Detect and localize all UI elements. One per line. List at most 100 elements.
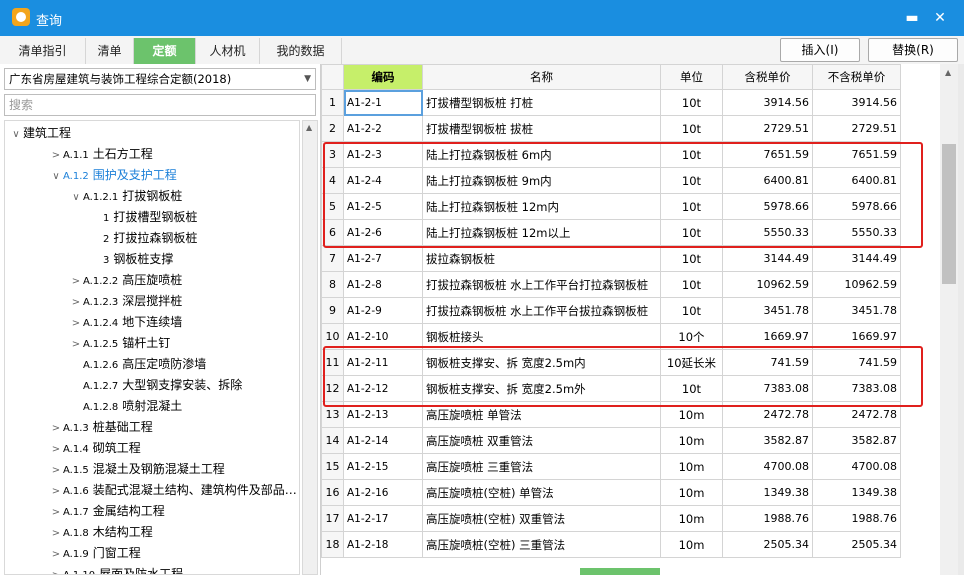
price-without-tax[interactable]: 3451.78 bbox=[812, 297, 901, 324]
tree-item[interactable]: > A.1.9 门窗工程 bbox=[49, 543, 141, 564]
price-without-tax[interactable]: 2505.34 bbox=[812, 531, 901, 558]
price-with-tax[interactable]: 5550.33 bbox=[722, 219, 813, 246]
table-row[interactable]: 2 A1-2-2 打拔槽型钢板桩 拔桩 10t 2729.51 2729.51 bbox=[321, 115, 901, 142]
price-without-tax[interactable]: 1669.97 bbox=[812, 323, 901, 350]
tree-item[interactable]: > A.1.2.2 高压旋喷桩 bbox=[69, 270, 183, 292]
price-with-tax[interactable]: 3582.87 bbox=[722, 427, 813, 454]
price-with-tax[interactable]: 4700.08 bbox=[722, 453, 813, 480]
quota-unit[interactable]: 10个 bbox=[660, 323, 723, 350]
price-without-tax[interactable]: 3144.49 bbox=[812, 245, 901, 272]
quota-name[interactable]: 高压旋喷桩(空桩) 单管法 bbox=[422, 479, 661, 506]
quota-name[interactable]: 钢板桩支撑安、拆 宽度2.5m外 bbox=[422, 375, 661, 402]
row-index[interactable]: 3 bbox=[321, 141, 344, 168]
chevron-right-icon[interactable]: > bbox=[49, 565, 63, 574]
quota-unit[interactable]: 10m bbox=[660, 453, 723, 480]
chevron-right-icon[interactable]: > bbox=[49, 481, 63, 502]
price-with-tax[interactable]: 10962.59 bbox=[722, 271, 813, 298]
table-row[interactable]: 18 A1-2-18 高压旋喷桩(空桩) 三重管法 10m 2505.34 2505.34 bbox=[321, 531, 901, 558]
chevron-right-icon[interactable]: > bbox=[69, 271, 83, 292]
table-row[interactable]: 5 A1-2-5 陆上打拉森钢板桩 12m内 10t 5978.66 5978.66 bbox=[321, 193, 901, 220]
price-without-tax[interactable]: 2729.51 bbox=[812, 115, 901, 142]
tree-item[interactable]: A.1.2.6 高压定喷防渗墙 bbox=[69, 354, 206, 375]
chevron-right-icon[interactable]: > bbox=[49, 460, 63, 481]
quota-unit[interactable]: 10m bbox=[660, 401, 723, 428]
quota-unit[interactable]: 10t bbox=[660, 375, 723, 402]
chevron-down-icon[interactable]: ∨ bbox=[49, 166, 63, 187]
quota-unit[interactable]: 10t bbox=[660, 89, 723, 116]
grid-scrollbar[interactable]: ▲ bbox=[940, 64, 958, 575]
price-without-tax[interactable]: 5550.33 bbox=[812, 219, 901, 246]
tab-my-data[interactable]: 我的数据 bbox=[260, 38, 342, 64]
quota-code[interactable]: A1-2-4 bbox=[343, 167, 423, 194]
table-row[interactable]: 13 A1-2-13 高压旋喷桩 单管法 10m 2472.78 2472.78 bbox=[321, 401, 901, 428]
price-without-tax[interactable]: 5978.66 bbox=[812, 193, 901, 220]
tab-bill[interactable]: 清单 bbox=[86, 38, 134, 64]
quota-unit[interactable]: 10m bbox=[660, 479, 723, 506]
price-without-tax[interactable]: 6400.81 bbox=[812, 167, 901, 194]
row-index[interactable]: 18 bbox=[321, 531, 344, 558]
table-row[interactable]: 1 A1-2-1 打拔槽型钢板桩 打桩 10t 3914.56 3914.56 bbox=[321, 89, 901, 116]
chevron-right-icon[interactable]: > bbox=[69, 313, 83, 334]
row-index[interactable]: 7 bbox=[321, 245, 344, 272]
price-without-tax[interactable]: 1988.76 bbox=[812, 505, 901, 532]
table-row[interactable]: 11 A1-2-11 钢板桩支撑安、拆 宽度2.5m内 10延长米 741.59 741.… bbox=[321, 349, 901, 376]
scrollbar-thumb[interactable] bbox=[942, 144, 956, 284]
header-code[interactable]: 编码 bbox=[343, 64, 423, 90]
quota-name[interactable]: 高压旋喷桩 三重管法 bbox=[422, 453, 661, 480]
chevron-down-icon[interactable]: ▼ bbox=[304, 69, 311, 89]
quota-unit[interactable]: 10t bbox=[660, 167, 723, 194]
table-row[interactable]: 12 A1-2-12 钢板桩支撑安、拆 宽度2.5m外 10t 7383.08 7383.… bbox=[321, 375, 901, 402]
tree-item[interactable]: ∨ 建筑工程 bbox=[9, 123, 71, 144]
tree-item[interactable]: > A.1.2.4 地下连续墙 bbox=[69, 312, 183, 334]
tree-item[interactable]: A.1.2.7 大型钢支撑安装、拆除 bbox=[69, 375, 242, 396]
tree-item[interactable]: 1 打拔槽型钢板桩 bbox=[89, 207, 197, 228]
quota-unit[interactable]: 10t bbox=[660, 219, 723, 246]
chevron-right-icon[interactable]: > bbox=[69, 334, 83, 355]
chevron-right-icon[interactable]: > bbox=[49, 418, 63, 439]
quota-code[interactable]: A1-2-9 bbox=[343, 297, 423, 324]
quota-code[interactable]: A1-2-16 bbox=[343, 479, 423, 506]
tab-bill-guide[interactable]: 清单指引 bbox=[0, 38, 86, 64]
quota-name[interactable]: 钢板桩接头 bbox=[422, 323, 661, 350]
chevron-right-icon[interactable]: > bbox=[49, 523, 63, 544]
price-with-tax[interactable]: 6400.81 bbox=[722, 167, 813, 194]
chevron-right-icon[interactable]: > bbox=[49, 502, 63, 523]
quota-name[interactable]: 拔拉森钢板桩 bbox=[422, 245, 661, 272]
quota-name[interactable]: 陆上打拉森钢板桩 9m内 bbox=[422, 167, 661, 194]
price-with-tax[interactable]: 2472.78 bbox=[722, 401, 813, 428]
row-index[interactable]: 16 bbox=[321, 479, 344, 506]
quota-code[interactable]: A1-2-11 bbox=[343, 349, 423, 376]
price-with-tax[interactable]: 1669.97 bbox=[722, 323, 813, 350]
price-with-tax[interactable]: 2505.34 bbox=[722, 531, 813, 558]
quota-unit[interactable]: 10t bbox=[660, 245, 723, 272]
price-without-tax[interactable]: 1349.38 bbox=[812, 479, 901, 506]
quota-name[interactable]: 打拔槽型钢板桩 打桩 bbox=[422, 89, 661, 116]
search-input[interactable]: 搜索 bbox=[4, 94, 316, 116]
row-index[interactable]: 14 bbox=[321, 427, 344, 454]
tree-item[interactable]: > A.1.6 装配式混凝土结构、建筑构件及部品… bbox=[49, 480, 297, 501]
scroll-up-icon[interactable]: ▲ bbox=[306, 123, 312, 132]
price-with-tax[interactable]: 3144.49 bbox=[722, 245, 813, 272]
chevron-right-icon[interactable]: > bbox=[49, 544, 63, 565]
table-row[interactable]: 15 A1-2-15 高压旋喷桩 三重管法 10m 4700.08 4700.08 bbox=[321, 453, 901, 480]
price-without-tax[interactable]: 4700.08 bbox=[812, 453, 901, 480]
quota-unit[interactable]: 10t bbox=[660, 297, 723, 324]
tree-item[interactable]: > A.1.1 土石方工程 bbox=[49, 144, 153, 165]
row-index[interactable]: 9 bbox=[321, 297, 344, 324]
quota-name[interactable]: 陆上打拉森钢板桩 12m内 bbox=[422, 193, 661, 220]
table-row[interactable]: 6 A1-2-6 陆上打拉森钢板桩 12m以上 10t 5550.33 5550.33 bbox=[321, 219, 901, 246]
header-price-without-tax[interactable]: 不含税单价 bbox=[812, 64, 901, 90]
chevron-right-icon[interactable]: > bbox=[49, 145, 63, 166]
quota-code[interactable]: A1-2-14 bbox=[343, 427, 423, 454]
price-without-tax[interactable]: 10962.59 bbox=[812, 271, 901, 298]
table-row[interactable]: 10 A1-2-10 钢板桩接头 10个 1669.97 1669.97 bbox=[321, 323, 901, 350]
quota-code[interactable]: A1-2-7 bbox=[343, 245, 423, 272]
quota-unit[interactable]: 10m bbox=[660, 505, 723, 532]
tree-item[interactable]: > A.1.8 木结构工程 bbox=[49, 522, 153, 543]
quota-code[interactable]: A1-2-2 bbox=[343, 115, 423, 142]
quota-code[interactable]: A1-2-8 bbox=[343, 271, 423, 298]
header-unit[interactable]: 单位 bbox=[660, 64, 723, 90]
scroll-up-icon[interactable]: ▲ bbox=[945, 68, 951, 77]
quota-unit[interactable]: 10延长米 bbox=[660, 349, 723, 376]
quota-unit[interactable]: 10m bbox=[660, 427, 723, 454]
